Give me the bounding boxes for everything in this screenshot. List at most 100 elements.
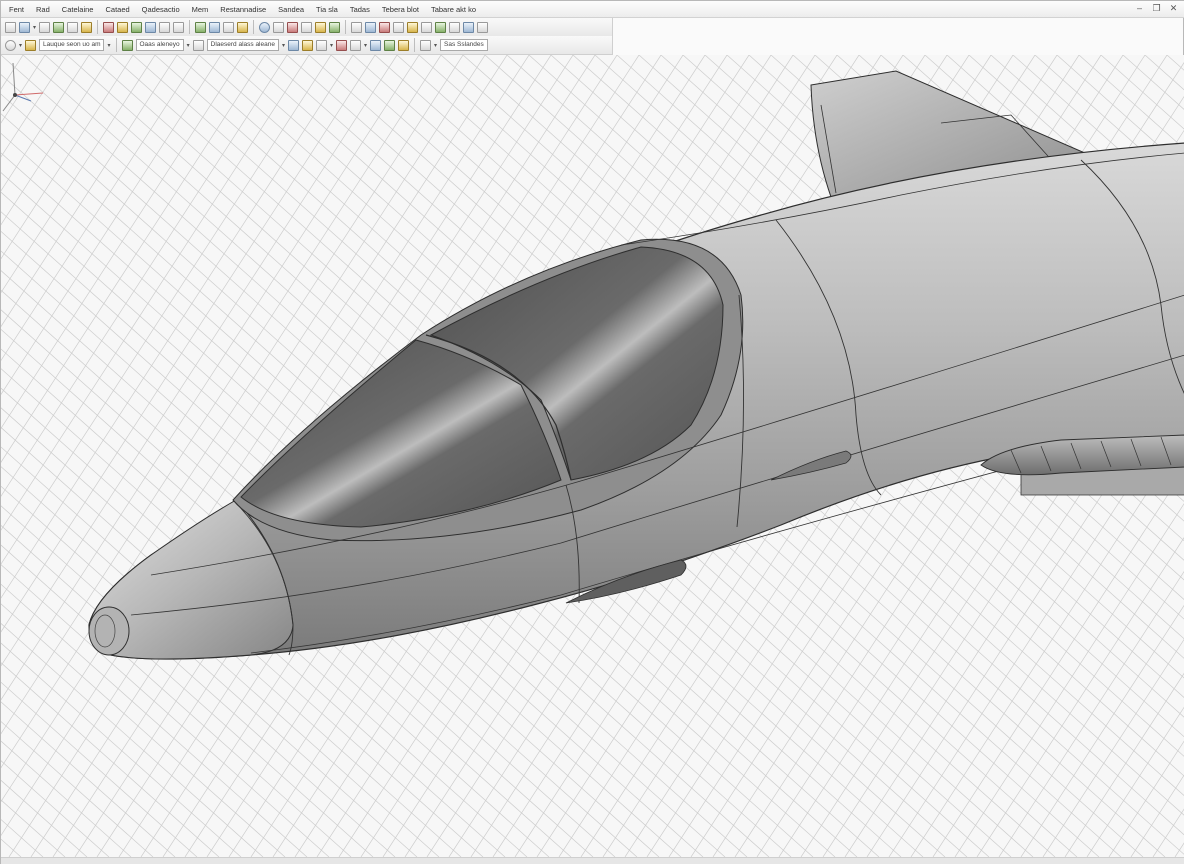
grid-line (1, 55, 244, 429)
chevron-down-icon[interactable]: ▾ (107, 42, 110, 49)
grid-icon[interactable] (421, 21, 433, 33)
toolbar-separator (115, 38, 117, 52)
status-bar (1, 857, 1184, 864)
snap-combo[interactable]: Sas Sslandes (440, 39, 488, 51)
axis-triad-icon (2, 62, 44, 112)
grid-line (1, 55, 222, 395)
copy-icon[interactable] (117, 21, 129, 33)
zoom-previous-icon[interactable] (237, 21, 249, 33)
linetype-icon[interactable] (301, 39, 313, 51)
layer-combo[interactable]: Lauque seon uo am (39, 39, 105, 51)
cad-application-window: Fent Rad Catelaine Cataed Qadesactio Mem… (0, 0, 1184, 864)
menu-format[interactable]: Qadesactio (136, 4, 186, 15)
color-control-icon[interactable] (287, 39, 299, 51)
chevron-down-icon[interactable]: ▾ (434, 42, 437, 49)
undo-icon[interactable] (159, 21, 171, 33)
match-properties-icon[interactable] (145, 21, 157, 33)
minimize-icon[interactable]: – (1134, 3, 1145, 14)
make-current-icon[interactable] (121, 39, 133, 51)
window-controls: – ❐ ✕ (1134, 3, 1179, 14)
chevron-down-icon[interactable]: ▾ (330, 42, 333, 49)
menu-tools[interactable]: Mem (186, 4, 215, 15)
layer-state-icon[interactable] (25, 39, 37, 51)
grid-line (1, 55, 200, 362)
menu-modify[interactable]: Tia sla (310, 4, 344, 15)
layer-icon[interactable] (5, 39, 16, 51)
ucs-icon[interactable] (370, 39, 382, 51)
toolbar-separator (253, 20, 255, 34)
paste-icon[interactable] (131, 21, 143, 33)
menu-draw[interactable]: Restannadise (214, 4, 272, 15)
grid-line (1, 662, 220, 857)
design-center-icon[interactable] (315, 21, 327, 33)
menu-edit[interactable]: Rad (30, 4, 56, 15)
grid-line (1, 55, 156, 294)
menu-window[interactable]: Tadas (344, 4, 376, 15)
render-icon[interactable] (287, 21, 299, 33)
help-icon[interactable] (393, 21, 405, 33)
print-icon[interactable] (53, 21, 65, 33)
grid-line (1, 740, 132, 857)
close-icon[interactable]: ✕ (1168, 3, 1179, 14)
otrack-icon[interactable] (477, 21, 489, 33)
save-icon[interactable] (39, 21, 51, 33)
properties-icon[interactable] (301, 21, 313, 33)
publish-icon[interactable] (81, 21, 93, 33)
markup-icon[interactable] (365, 21, 377, 33)
model-viewport[interactable] (1, 55, 1184, 857)
rotate-icon[interactable] (273, 21, 285, 33)
menu-file[interactable]: Fent (3, 4, 30, 15)
plot-preview-icon[interactable] (67, 21, 79, 33)
standard-toolbar: ▾ (1, 18, 613, 37)
grid-line (1, 819, 44, 857)
orbit-icon[interactable] (259, 21, 271, 33)
new-icon[interactable] (5, 21, 16, 33)
open-icon[interactable] (19, 21, 30, 33)
menu-extra[interactable]: Tabare akt ko (425, 4, 482, 15)
restore-icon[interactable]: ❐ (1151, 3, 1162, 14)
chevron-down-icon[interactable]: ▾ (282, 42, 285, 49)
quickcalc-icon[interactable] (379, 21, 391, 33)
polar-icon[interactable] (449, 21, 461, 33)
grid-line (1, 583, 308, 857)
menu-view[interactable]: Catelaine (56, 4, 100, 15)
visual-style-icon[interactable] (350, 39, 361, 51)
menu-bar: Fent Rad Catelaine Cataed Qadesactio Mem… (1, 1, 1184, 18)
menu-dimension[interactable]: Sandea (272, 4, 310, 15)
grid-line (1, 55, 90, 192)
menu-help[interactable]: Tebera blot (376, 4, 425, 15)
zoom-window-icon[interactable] (223, 21, 235, 33)
grid-line (1, 779, 88, 857)
osnap-icon[interactable] (463, 21, 475, 33)
cut-icon[interactable] (103, 21, 115, 33)
layer-previous-icon[interactable] (192, 39, 204, 51)
zoom-icon[interactable] (209, 21, 221, 33)
chevron-down-icon[interactable]: ▾ (364, 42, 367, 49)
redo-icon[interactable] (173, 21, 185, 33)
model-canvas[interactable] (1, 55, 1184, 857)
chevron-down-icon[interactable]: ▾ (19, 42, 22, 49)
snap-icon[interactable] (407, 21, 419, 33)
toolbar-separator (414, 38, 416, 52)
toolbar-separator (97, 20, 99, 34)
plot-style-icon[interactable] (336, 39, 347, 51)
filter-combo[interactable]: Dlaeserd alass aleane (206, 39, 279, 51)
grid-line (1, 55, 46, 124)
chevron-down-icon[interactable]: ▾ (187, 42, 190, 49)
toolbar-separator (189, 20, 191, 34)
layers-toolbar: ▾ Lauque seon uo am ▾ Oaas aleneyo ▾ Dla… (1, 36, 613, 55)
tool-palettes-icon[interactable] (329, 21, 341, 33)
view-combo[interactable]: Oaas aleneyo (135, 39, 184, 51)
workspace-icon[interactable] (398, 39, 410, 51)
ortho-icon[interactable] (435, 21, 447, 33)
toolbar-separator (345, 20, 347, 34)
pan-icon[interactable] (195, 21, 207, 33)
grid-line (1, 55, 288, 497)
sheet-set-icon[interactable] (351, 21, 363, 33)
snap-mode-icon[interactable] (420, 39, 432, 51)
menu-insert[interactable]: Cataed (99, 4, 135, 15)
lineweight-icon[interactable] (315, 39, 327, 51)
named-views-icon[interactable] (384, 39, 396, 51)
chevron-down-icon[interactable]: ▾ (33, 24, 36, 31)
menu-items: Fent Rad Catelaine Cataed Qadesactio Mem… (3, 4, 482, 15)
